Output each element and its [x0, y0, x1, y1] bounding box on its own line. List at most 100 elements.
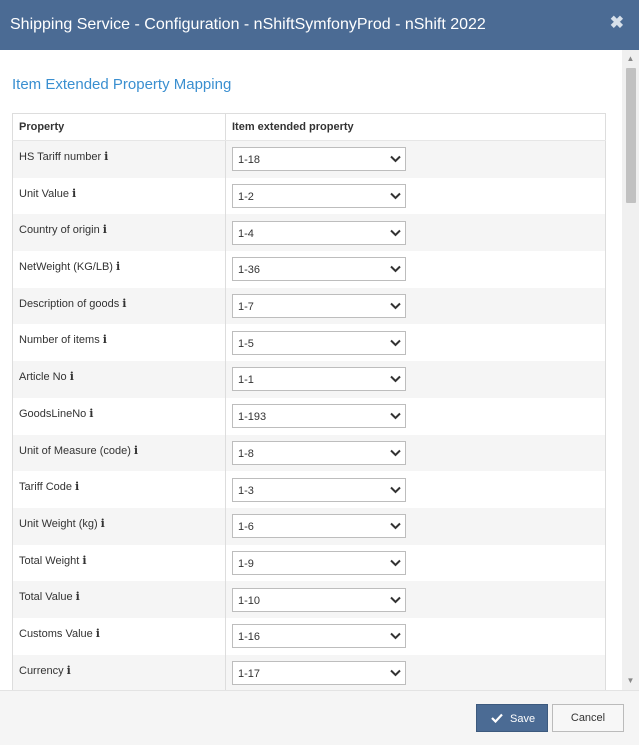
table-row: Tariff Code i 1-3	[12, 471, 606, 508]
value-cell: 1-16	[225, 617, 606, 655]
property-label: Article No	[19, 371, 67, 384]
info-icon[interactable]: i	[103, 333, 107, 346]
chevron-down-icon[interactable]	[385, 479, 405, 501]
property-cell: Article No i	[12, 361, 226, 398]
close-icon[interactable]: ✖	[610, 13, 624, 33]
value-cell: 1-36	[225, 251, 606, 288]
info-icon[interactable]: i	[72, 187, 76, 200]
select-value: 1-2	[238, 191, 254, 204]
info-icon[interactable]: i	[76, 590, 80, 603]
info-icon[interactable]: i	[89, 407, 93, 420]
value-cell: 1-17	[225, 654, 606, 690]
select-value: 1-18	[238, 154, 261, 167]
item-extended-property-select[interactable]: 1-17	[232, 660, 406, 685]
property-cell: Unit Value i	[12, 177, 226, 215]
item-extended-property-select[interactable]: 1-7	[232, 294, 406, 319]
value-cell: 1-193	[225, 397, 606, 435]
table-row: Unit of Measure (code) i 1-8	[12, 434, 606, 472]
select-value: 1-10	[238, 594, 261, 607]
chevron-down-icon[interactable]	[385, 295, 405, 317]
select-value: 1-9	[238, 557, 254, 570]
property-cell: Unit of Measure (code) i	[12, 434, 226, 472]
item-extended-property-select[interactable]: 1-5	[232, 330, 406, 355]
item-extended-property-select[interactable]: 1-8	[232, 440, 406, 465]
info-icon[interactable]: i	[70, 370, 74, 383]
item-extended-property-select[interactable]: 1-3	[232, 477, 406, 502]
value-cell: 1-9	[225, 544, 606, 582]
property-cell: Currency i	[12, 654, 226, 690]
info-icon[interactable]: i	[67, 664, 71, 677]
item-extended-property-select[interactable]: 1-1	[232, 367, 406, 392]
info-icon[interactable]: i	[75, 480, 79, 493]
chevron-down-icon[interactable]	[385, 625, 405, 647]
chevron-down-icon[interactable]	[385, 405, 405, 427]
item-extended-property-select[interactable]: 1-4	[232, 220, 406, 245]
table-row: Customs Value i 1-16	[12, 617, 606, 655]
chevron-down-icon[interactable]	[385, 552, 405, 574]
table-row: Country of origin i 1-4	[12, 214, 606, 252]
chevron-down-icon[interactable]	[385, 148, 405, 170]
info-icon[interactable]: i	[96, 627, 100, 640]
scroll-up-arrow-icon[interactable]: ▲	[622, 52, 639, 66]
property-label: Customs Value	[19, 627, 93, 640]
value-cell: 1-3	[225, 471, 606, 508]
item-extended-property-select[interactable]: 1-9	[232, 550, 406, 575]
item-extended-property-select[interactable]: 1-2	[232, 184, 406, 209]
table-row: Total Value i 1-10	[12, 581, 606, 618]
save-button[interactable]: Save	[476, 704, 548, 732]
chevron-down-icon[interactable]	[385, 222, 405, 244]
vertical-scrollbar[interactable]: ▲ ▼	[622, 50, 639, 690]
table-row: Currency i 1-17	[12, 654, 606, 690]
select-value: 1-5	[238, 337, 254, 350]
select-value: 1-193	[238, 411, 267, 424]
info-icon[interactable]: i	[134, 444, 138, 457]
column-header-property: Property	[12, 113, 226, 141]
check-icon	[491, 713, 503, 726]
info-icon[interactable]: i	[103, 223, 107, 236]
item-extended-property-select[interactable]: 1-36	[232, 257, 406, 282]
chevron-down-icon[interactable]	[385, 258, 405, 280]
chevron-down-icon[interactable]	[385, 442, 405, 464]
info-icon[interactable]: i	[116, 260, 120, 273]
scrollbar-thumb[interactable]	[626, 68, 636, 203]
info-icon[interactable]: i	[104, 150, 108, 163]
chevron-down-icon[interactable]	[385, 185, 405, 207]
property-label: Unit Value	[19, 187, 69, 200]
info-icon[interactable]: i	[101, 517, 105, 530]
select-value: 1-7	[238, 301, 254, 314]
info-icon[interactable]: i	[122, 297, 126, 310]
table-row: Number of items i 1-5	[12, 324, 606, 362]
property-cell: Country of origin i	[12, 214, 226, 252]
table-row: Article No i 1-1	[12, 361, 606, 398]
chevron-down-icon[interactable]	[385, 662, 405, 684]
chevron-down-icon[interactable]	[385, 332, 405, 354]
chevron-down-icon[interactable]	[385, 368, 405, 390]
property-cell: Unit Weight (kg) i	[12, 507, 226, 545]
scroll-down-arrow-icon[interactable]: ▼	[622, 674, 639, 688]
select-value: 1-16	[238, 631, 261, 644]
property-cell: Number of items i	[12, 324, 226, 362]
property-cell: Total Weight i	[12, 544, 226, 582]
property-label: Total Value	[19, 591, 73, 604]
select-value: 1-8	[238, 447, 254, 460]
column-header-item-extended-property: Item extended property	[225, 113, 606, 141]
select-value: 1-6	[238, 521, 254, 534]
property-label: Number of items	[19, 334, 100, 347]
property-label: NetWeight (KG/LB)	[19, 261, 113, 274]
chevron-down-icon[interactable]	[385, 589, 405, 611]
item-extended-property-select[interactable]: 1-10	[232, 587, 406, 612]
table-row: NetWeight (KG/LB) i 1-36	[12, 251, 606, 288]
value-cell: 1-4	[225, 214, 606, 252]
info-icon[interactable]: i	[82, 554, 86, 567]
select-value: 1-17	[238, 667, 261, 680]
cancel-button[interactable]: Cancel	[552, 704, 624, 732]
item-extended-property-select[interactable]: 1-16	[232, 624, 406, 649]
table-header-row: Property Item extended property	[12, 113, 606, 141]
item-extended-property-select[interactable]: 1-6	[232, 514, 406, 539]
item-extended-property-select[interactable]: 1-18	[232, 147, 406, 172]
item-extended-property-select[interactable]: 1-193	[232, 404, 406, 429]
select-value: 1-1	[238, 374, 254, 387]
dialog-titlebar: Shipping Service - Configuration - nShif…	[0, 0, 639, 50]
dialog-footer: Save Cancel	[0, 690, 639, 745]
chevron-down-icon[interactable]	[385, 515, 405, 537]
